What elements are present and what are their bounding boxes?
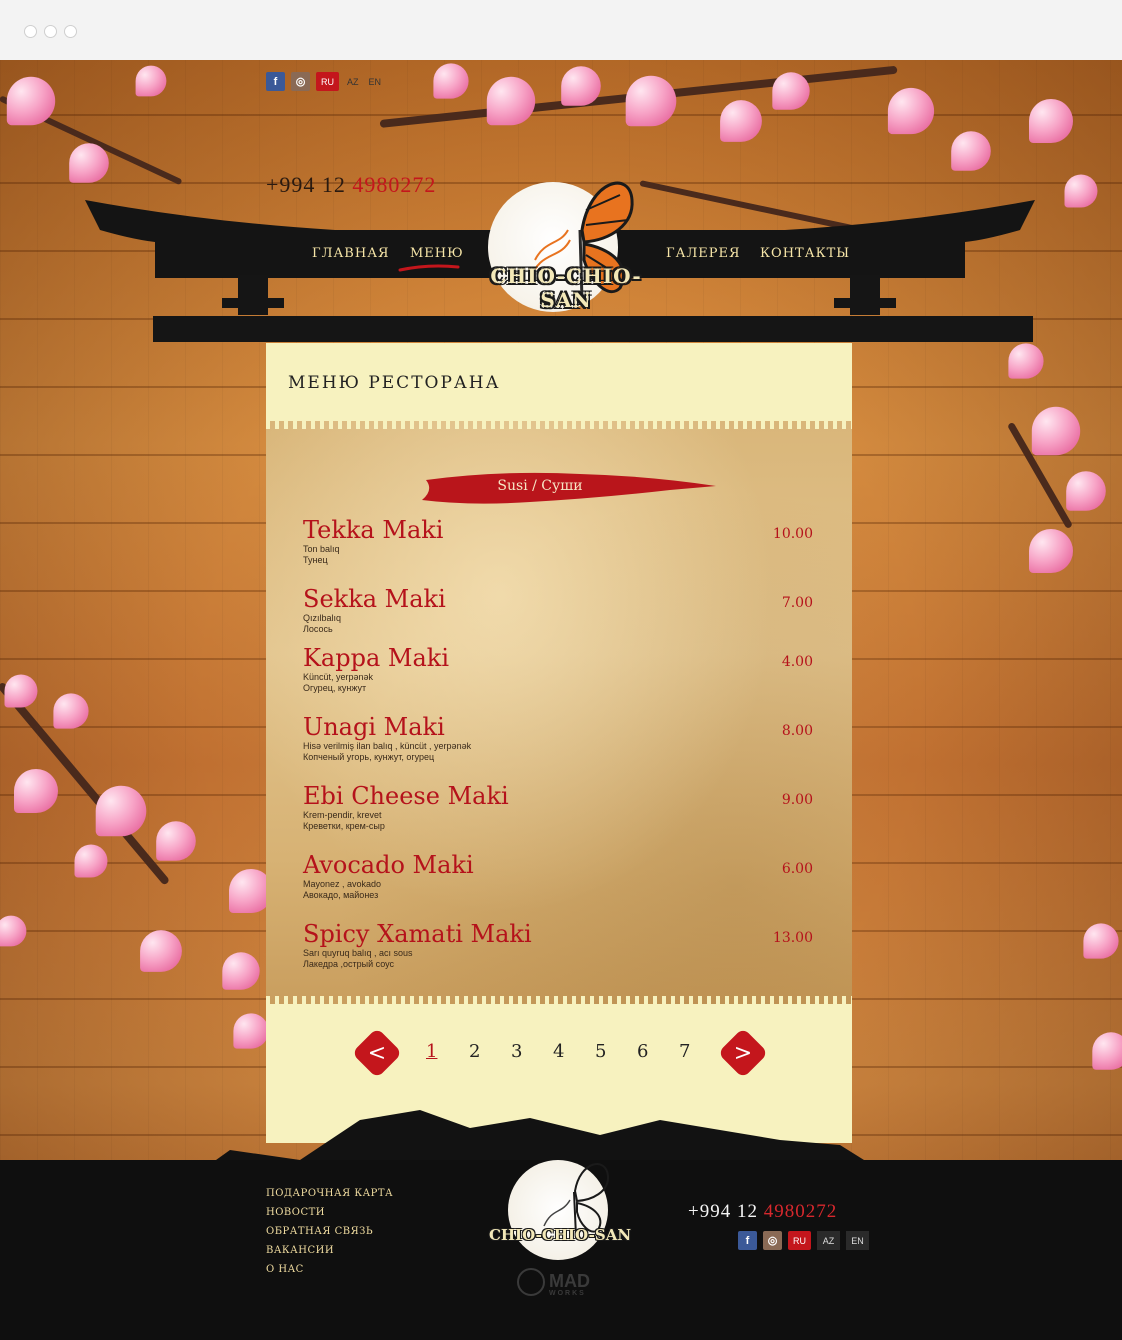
lang-az[interactable]: AZ: [345, 77, 361, 87]
page-viewport: f ◎ RU AZ EN +994 12 4980272 ГЛАВНАЯ МЕН…: [0, 60, 1122, 1340]
menu-item[interactable]: Unagi Maki Hisə verilmiş ilan balıq , kü…: [303, 713, 823, 763]
menu-item-name: Ebi Cheese Maki: [303, 782, 509, 810]
page-number[interactable]: 5: [595, 1041, 606, 1062]
menu-item-desc-ru: Копченый угорь, кунжут, огурец: [303, 752, 435, 762]
facebook-icon[interactable]: f: [738, 1231, 757, 1250]
menu-item[interactable]: Spicy Xamati Maki Sarı quyruq balıq , ac…: [303, 920, 823, 970]
category-title: Susi / Суши: [497, 478, 583, 494]
developer-logo[interactable]: MAD WORKS: [517, 1268, 597, 1297]
menu-item-desc-ru: Авокадо, майонез: [303, 890, 379, 900]
menu-item-desc-az: Krem-pendir, krevet: [303, 810, 382, 820]
window-dot-close[interactable]: [24, 25, 37, 38]
menu-item-desc-az: Sarı quyruq balıq , acı sous: [303, 948, 413, 958]
instagram-icon[interactable]: ◎: [763, 1231, 782, 1250]
menu-item-desc-ru: Креветки, крем-сыр: [303, 821, 385, 831]
logo-text[interactable]: CHIO-CHIO-SAN: [466, 264, 666, 312]
nav-item-home[interactable]: ГЛАВНАЯ: [312, 246, 390, 261]
menu-item[interactable]: Ebi Cheese Maki Krem-pendir, krevet Крев…: [303, 782, 823, 832]
footer-link-news[interactable]: НОВОСТИ: [266, 1203, 393, 1222]
footer-link-vacancies[interactable]: ВАКАНСИИ: [266, 1241, 393, 1260]
menu-item[interactable]: Tekka Maki Ton balıq Тунец 10.00: [303, 516, 823, 566]
page-number[interactable]: 3: [511, 1041, 522, 1062]
menu-item-price: 6.00: [781, 861, 813, 877]
lang-ru[interactable]: RU: [788, 1231, 811, 1250]
torii-post-left: [238, 275, 268, 315]
phone-number: 4980272: [352, 172, 437, 197]
menu-item-price: 8.00: [781, 723, 813, 739]
menu-item-price: 10.00: [772, 526, 813, 542]
lang-az[interactable]: AZ: [817, 1231, 840, 1250]
menu-item-desc-ru: Тунец: [303, 555, 328, 565]
pagination: < 1 2 3 4 5 6 7 >: [351, 1027, 769, 1079]
developer-sub: WORKS: [549, 1290, 586, 1297]
menu-item[interactable]: Kappa Maki Küncüt, yerpənək Огурец, кунж…: [303, 644, 823, 694]
page-number[interactable]: 7: [679, 1041, 690, 1062]
menu-item-desc-ru: Огурец, кунжут: [303, 683, 367, 693]
browser-chrome: [0, 0, 1122, 61]
footer-phone[interactable]: +994 12 4980272: [688, 1201, 837, 1223]
window-dot-zoom[interactable]: [64, 25, 77, 38]
footer-links: ПОДАРОЧНАЯ КАРТА НОВОСТИ ОБРАТНАЯ СВЯЗЬ …: [266, 1184, 393, 1279]
menu-item-desc-az: Hisə verilmiş ilan balıq , küncüt , yerp…: [303, 741, 472, 751]
header-phone[interactable]: +994 12 4980272: [266, 172, 436, 198]
torii-post-left-brace: [222, 298, 284, 308]
menu-item-price: 9.00: [781, 792, 813, 808]
lang-en[interactable]: EN: [367, 77, 384, 87]
page-number[interactable]: 2: [469, 1041, 480, 1062]
footer-link-about[interactable]: О НАС: [266, 1260, 393, 1279]
chevron-left-icon: <: [367, 1040, 387, 1066]
nav-item-menu[interactable]: МЕНЮ: [410, 246, 464, 261]
page-number[interactable]: 1: [426, 1041, 437, 1062]
menu-item-desc-az: Küncüt, yerpənək: [303, 672, 374, 682]
menu-item-price: 13.00: [772, 930, 813, 946]
menu-item-desc-az: Qızılbalıq: [303, 613, 342, 623]
torii-post-right-brace: [834, 298, 896, 308]
footer-social-bar: f ◎ RU AZ EN: [738, 1231, 869, 1250]
torii-gate-beam: [153, 316, 1033, 342]
footer-link-feedback[interactable]: ОБРАТНАЯ СВЯЗЬ: [266, 1222, 393, 1241]
menu-item[interactable]: Avocado Maki Mayonez , avokado Авокадо, …: [303, 851, 823, 901]
menu-item-name: Kappa Maki: [303, 644, 450, 672]
footer-butterfly-icon: [543, 1163, 610, 1236]
menu-item-price: 7.00: [781, 595, 813, 611]
menu-item-desc-ru: Лакедра ,острый соус: [303, 959, 395, 969]
lang-ru[interactable]: RU: [316, 72, 339, 91]
menu-item[interactable]: Sekka Maki Qızılbalıq Лосось 7.00: [303, 585, 823, 635]
footer-link-gift-card[interactable]: ПОДАРОЧНАЯ КАРТА: [266, 1184, 393, 1203]
chevron-right-icon: >: [733, 1040, 753, 1066]
nav-item-contacts[interactable]: КОНТАКТЫ: [760, 246, 850, 261]
footer-phone-number: 4980272: [763, 1201, 838, 1222]
phone-prefix: +994 12: [266, 172, 353, 197]
nav-active-underline: [398, 264, 460, 272]
menu-item-desc-az: Mayonez , avokado: [303, 879, 382, 889]
window-dot-minimize[interactable]: [44, 25, 57, 38]
facebook-icon[interactable]: f: [266, 72, 285, 91]
menu-item-name: Tekka Maki: [303, 516, 444, 544]
menu-item-name: Spicy Xamati Maki: [303, 920, 532, 948]
torii-post-right: [850, 275, 880, 315]
menu-item-name: Sekka Maki: [303, 585, 446, 613]
menu-item-name: Avocado Maki: [303, 851, 474, 879]
prev-page-button[interactable]: <: [351, 1027, 403, 1079]
menu-item-name: Unagi Maki: [303, 713, 445, 741]
page-title: МЕНЮ РЕСТОРАНА: [288, 373, 501, 393]
menu-item-desc-az: Ton balıq: [303, 544, 340, 554]
page-number[interactable]: 6: [637, 1041, 648, 1062]
developer-logo-icon: [517, 1268, 545, 1296]
page-number[interactable]: 4: [553, 1041, 564, 1062]
developer-name: MAD: [549, 1270, 590, 1291]
menu-item-price: 4.00: [781, 654, 813, 670]
header-social-bar: f ◎ RU AZ EN: [266, 72, 383, 91]
lang-en[interactable]: EN: [846, 1231, 869, 1250]
nav-item-gallery[interactable]: ГАЛЕРЕЯ: [666, 246, 741, 261]
menu-item-desc-ru: Лосось: [303, 624, 333, 634]
footer-phone-prefix: +994 12: [688, 1201, 764, 1222]
footer-logo-text[interactable]: CHIO-CHIO-SAN: [470, 1226, 650, 1244]
instagram-icon[interactable]: ◎: [291, 72, 310, 91]
next-page-button[interactable]: >: [717, 1027, 769, 1079]
